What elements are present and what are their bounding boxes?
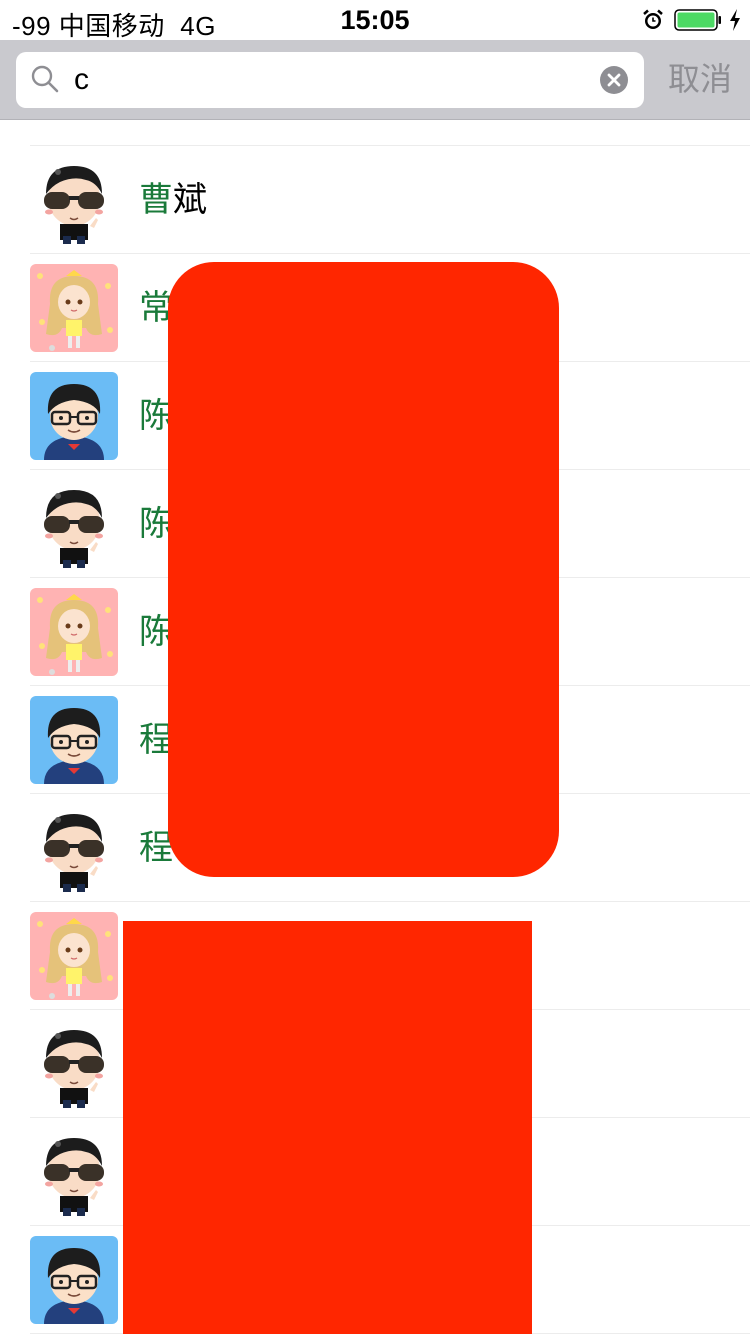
avatar bbox=[30, 696, 118, 784]
avatar bbox=[30, 588, 118, 676]
search-input[interactable] bbox=[74, 52, 594, 108]
contact-row[interactable]: 曹斌 bbox=[0, 146, 750, 254]
magnifier-icon bbox=[31, 65, 59, 93]
avatar bbox=[30, 480, 118, 568]
avatar bbox=[30, 264, 118, 352]
avatar-girl-pink-icon bbox=[30, 264, 118, 352]
avatar bbox=[30, 804, 118, 892]
clear-circle-icon[interactable] bbox=[600, 66, 628, 94]
avatar-boy-sunglasses-icon bbox=[30, 1128, 118, 1216]
avatar-girl-pink-icon bbox=[30, 588, 118, 676]
avatar-boy-blue-icon bbox=[30, 696, 118, 784]
avatar-boy-sunglasses-icon bbox=[30, 1020, 118, 1108]
redaction-block bbox=[123, 921, 532, 1334]
charging-bolt-icon bbox=[730, 9, 740, 31]
avatar bbox=[30, 372, 118, 460]
search-bar: 取消 bbox=[0, 40, 750, 120]
avatar-boy-sunglasses-icon bbox=[30, 156, 118, 244]
cancel-button[interactable]: 取消 bbox=[668, 40, 732, 120]
avatar bbox=[30, 156, 118, 244]
avatar-boy-blue-icon bbox=[30, 1236, 118, 1324]
redaction-overlay bbox=[168, 262, 559, 877]
status-bar: -99 中国移动 4G 15:05 bbox=[0, 0, 750, 41]
alarm-clock-icon bbox=[643, 9, 663, 29]
contact-name: 曹斌 bbox=[139, 146, 207, 254]
name-rest: 斌 bbox=[173, 181, 207, 219]
avatar-girl-pink-icon bbox=[30, 912, 118, 1000]
search-field[interactable] bbox=[16, 52, 644, 108]
avatar bbox=[30, 1020, 118, 1108]
avatar bbox=[30, 1236, 118, 1324]
avatar bbox=[30, 912, 118, 1000]
avatar bbox=[30, 1128, 118, 1216]
avatar-boy-sunglasses-icon bbox=[30, 804, 118, 892]
clock-time: 15:05 bbox=[340, 5, 410, 35]
avatar-boy-sunglasses-icon bbox=[30, 480, 118, 568]
name-match-highlight: 曹 bbox=[139, 181, 173, 219]
battery-full-icon bbox=[674, 9, 721, 31]
avatar-boy-blue-icon bbox=[30, 372, 118, 460]
